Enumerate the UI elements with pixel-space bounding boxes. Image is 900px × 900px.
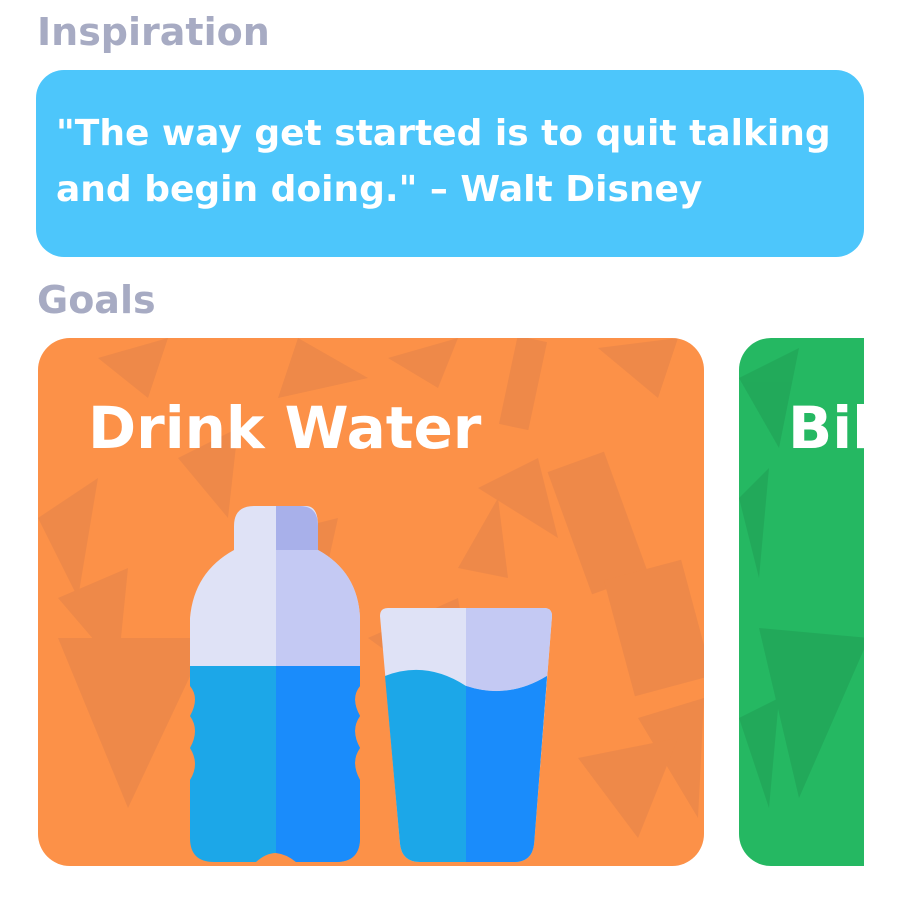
goals-heading: Goals <box>37 278 156 322</box>
goals-carousel[interactable]: Drink Water Bi <box>0 338 864 868</box>
inspiration-heading: Inspiration <box>37 10 270 54</box>
goal-title-drink-water: Drink Water <box>88 394 482 462</box>
inspiration-quote-card[interactable]: "The way get started is to quit talking … <box>36 70 864 257</box>
goal-card-biking[interactable]: Bik <box>739 338 864 866</box>
goal-title-biking: Bik <box>788 394 864 462</box>
water-bottle-and-glass-icon <box>190 506 552 862</box>
goal-card-drink-water[interactable]: Drink Water <box>38 338 704 866</box>
inspiration-quote-text: "The way get started is to quit talking … <box>56 113 831 210</box>
